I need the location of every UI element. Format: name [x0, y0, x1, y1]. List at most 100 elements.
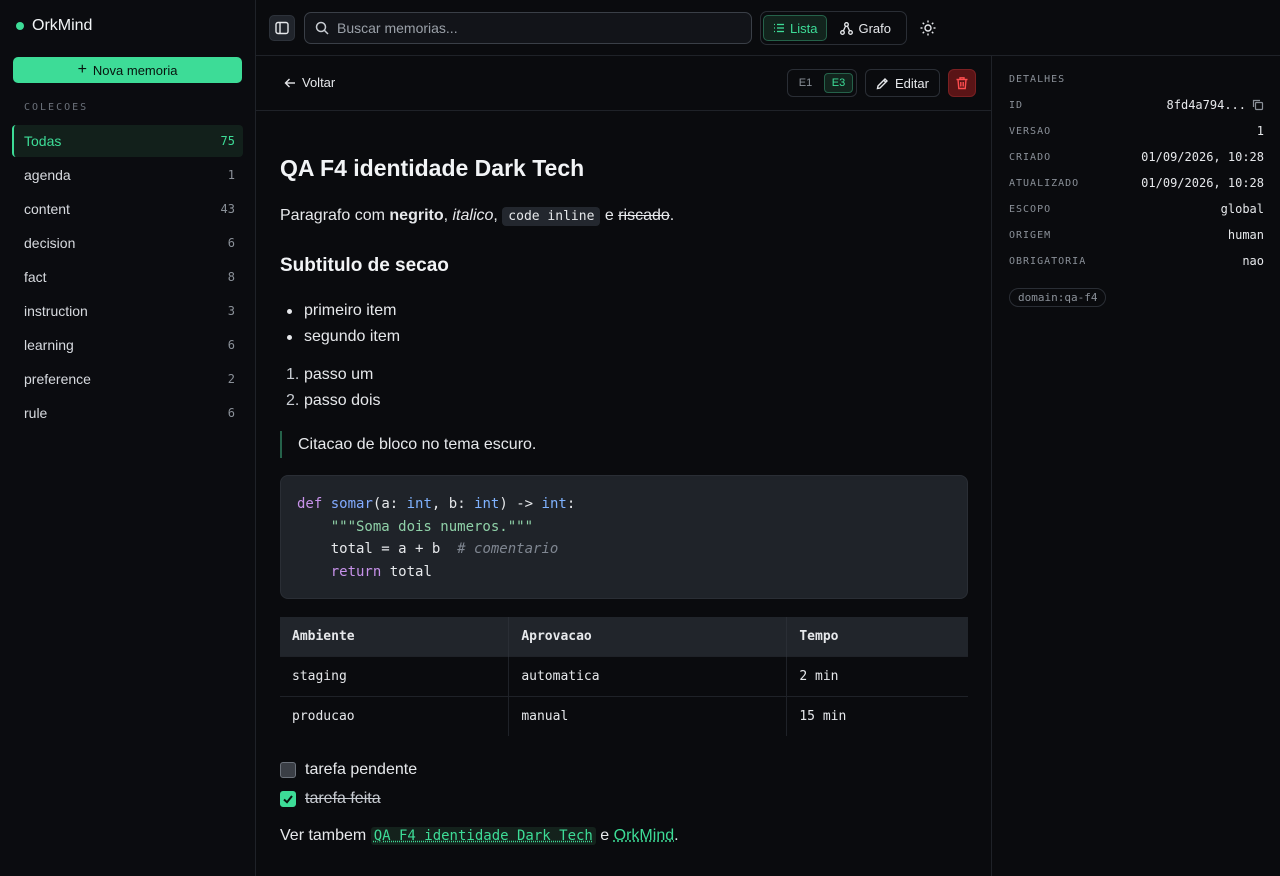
collections-label: COLECOES	[24, 102, 89, 113]
italic-text: italico	[452, 207, 494, 224]
collection-count: 75	[220, 134, 235, 148]
task-checkbox-checked[interactable]	[280, 790, 296, 807]
edit-button[interactable]: Editar	[865, 69, 940, 97]
table-cell: staging	[280, 655, 510, 696]
trash-icon	[956, 77, 968, 90]
detail-row-origem: ORIGEM human	[1009, 227, 1264, 243]
collections-list: Todas 75 agenda 1 content 43 decision 6 fact…	[12, 125, 243, 431]
table-row: producao manual 15 min	[280, 695, 968, 736]
copy-icon[interactable]	[1252, 99, 1264, 111]
collection-label: fact	[24, 269, 47, 285]
list-number: 1.	[286, 366, 300, 383]
new-memory-button[interactable]: + Nova memoria	[13, 57, 242, 83]
table-header: Tempo	[786, 617, 968, 656]
code-text: total	[381, 564, 432, 581]
version-toggle: E1 E3	[787, 69, 857, 97]
code-text: :	[566, 496, 576, 512]
collection-item-todas[interactable]: Todas 75	[12, 125, 243, 157]
theme-toggle-button[interactable]	[919, 19, 937, 37]
details-title: DETALHES	[1009, 74, 1066, 85]
search-icon	[315, 21, 329, 35]
ordered-list: 1. passo um 2. passo dois	[280, 362, 381, 414]
code-function: somar	[330, 496, 373, 512]
strike-text: riscado	[618, 207, 670, 224]
task-label: tarefa feita	[305, 789, 381, 807]
delete-button[interactable]	[948, 69, 976, 97]
view-list-tab[interactable]: Lista	[763, 15, 828, 41]
collection-count: 6	[227, 236, 235, 250]
paragraph-sep: e	[600, 207, 619, 224]
detail-label: ATUALIZADO	[1009, 177, 1080, 189]
collection-item-agenda[interactable]: agenda 1	[12, 159, 243, 191]
collection-item-decision[interactable]: decision 6	[12, 227, 243, 259]
task-checkbox-unchecked[interactable]	[280, 761, 296, 778]
blockquote: Citacao de bloco no tema escuro.	[280, 431, 536, 458]
code-text: , b:	[431, 496, 475, 512]
sidebar: OrkMind + Nova memoria COLECOES Todas 75 …	[0, 0, 256, 876]
collection-count: 8	[227, 270, 235, 284]
list-item-text: segundo item	[304, 328, 401, 345]
detail-value: 8fd4a794...	[1167, 98, 1264, 112]
collection-item-preference[interactable]: preference 2	[12, 363, 243, 395]
table-cell: 2 min	[786, 655, 968, 696]
topbar: Lista Grafo	[256, 0, 1280, 56]
section-subtitle: Subtitulo de secao	[280, 255, 449, 276]
task-list: tarefa pendente tarefa feita	[280, 755, 417, 813]
detail-header: Voltar E1 E3 Editar	[256, 56, 992, 111]
collection-label: agenda	[24, 167, 71, 183]
code-text: (a:	[372, 496, 407, 512]
detail-label: OBRIGATORIA	[1009, 255, 1087, 267]
version-e3[interactable]: E3	[823, 73, 853, 93]
code-type: int	[474, 496, 500, 512]
memory-title: QA F4 identidade Dark Tech	[280, 155, 585, 181]
collection-count: 2	[227, 372, 235, 386]
code-keyword: def	[297, 496, 323, 512]
list-item: 1. passo um	[280, 362, 381, 388]
collection-item-content[interactable]: content 43	[12, 193, 243, 225]
collection-item-fact[interactable]: fact 8	[12, 261, 243, 293]
view-graph-label: Grafo	[858, 20, 891, 36]
collection-item-instruction[interactable]: instruction 3	[12, 295, 243, 327]
table-header-row: Ambiente Aprovacao Tempo	[280, 617, 968, 656]
check-icon	[283, 794, 293, 804]
list-item: primeiro item	[280, 298, 400, 324]
paragraph-text: Paragrafo com	[280, 207, 390, 224]
table-cell: producao	[280, 695, 510, 736]
pencil-icon	[876, 77, 889, 89]
collection-label: preference	[24, 371, 91, 387]
list-icon	[774, 23, 784, 33]
collection-item-learning[interactable]: learning 6	[12, 329, 243, 361]
bullet-list: primeiro item segundo item	[280, 298, 400, 350]
task-label: tarefa pendente	[305, 760, 418, 778]
table-header: Aprovacao	[508, 617, 788, 656]
search-input[interactable]	[337, 20, 737, 36]
code-text: ) ->	[499, 496, 542, 512]
search-box[interactable]	[304, 12, 752, 44]
bold-text: negrito	[389, 207, 444, 224]
list-number: 2.	[286, 392, 300, 409]
collection-label: Todas	[24, 133, 62, 149]
see-also-text: .	[674, 827, 679, 844]
list-item-text: passo dois	[304, 392, 381, 409]
collection-item-rule[interactable]: rule 6	[12, 397, 243, 429]
collection-label: rule	[24, 405, 48, 421]
memory-link[interactable]: QA F4 identidade Dark Tech	[370, 827, 596, 845]
code-type: int	[541, 496, 567, 512]
brand[interactable]: OrkMind	[16, 17, 92, 35]
sidebar-toggle-button[interactable]	[269, 15, 295, 41]
detail-row-id: ID 8fd4a794...	[1009, 97, 1264, 113]
view-graph-tab[interactable]: Grafo	[831, 15, 900, 41]
inline-code: code inline	[502, 207, 601, 226]
brand-dot-icon	[16, 22, 24, 30]
detail-row-obrigatoria: OBRIGATORIA nao	[1009, 253, 1264, 269]
memory-link[interactable]: OrkMind	[614, 827, 674, 844]
see-also-text: e	[595, 827, 614, 844]
detail-label: ORIGEM	[1009, 229, 1052, 241]
detail-value: global	[1220, 202, 1264, 216]
version-e1[interactable]: E1	[791, 73, 820, 93]
table-row: staging automatica 2 min	[280, 655, 968, 696]
list-item-text: primeiro item	[304, 302, 397, 319]
back-button[interactable]: Voltar	[284, 75, 335, 90]
tag-badge[interactable]: domain:qa-f4	[1009, 288, 1107, 307]
see-also: Ver tambem QA F4 identidade Dark Tech e …	[280, 827, 679, 845]
